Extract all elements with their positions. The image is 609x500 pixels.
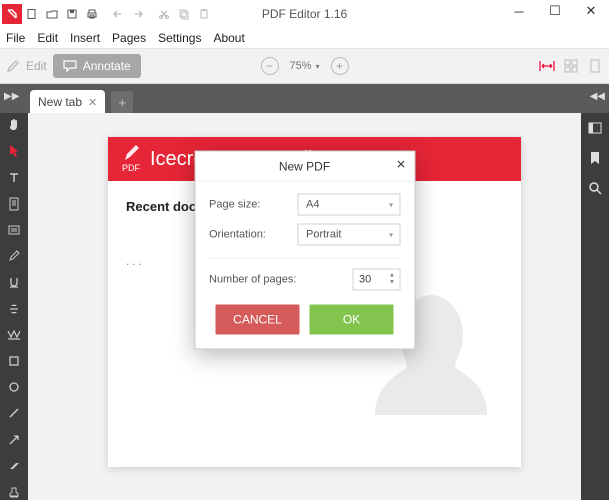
bookmark-icon[interactable] [586,149,604,167]
panel-icon[interactable] [586,119,604,137]
close-button[interactable]: ✕ [573,0,609,22]
pencil-icon[interactable] [4,248,24,264]
hand-icon[interactable] [4,117,24,133]
menu-insert[interactable]: Insert [70,31,100,45]
annotate-icon [63,60,77,72]
page-icon[interactable] [4,196,24,212]
annotate-button[interactable]: Annotate [53,54,141,78]
cursor-icon[interactable] [4,143,24,159]
zoom-value: 75% [289,60,311,72]
single-page-icon[interactable] [587,58,603,74]
dialog-title-text: New PDF [279,159,330,173]
page-size-label: Page size: [209,199,289,211]
menu-file[interactable]: File [6,31,25,45]
menu-about[interactable]: About [213,31,244,45]
zoom-out-button[interactable]: − [260,57,278,75]
num-pages-stepper[interactable]: ▲▼ [389,273,395,287]
save-icon[interactable] [62,4,82,24]
dialog-title: New PDF ✕ [195,152,414,182]
num-pages-label: Number of pages: [209,274,296,286]
tab-scroll-right[interactable]: ◀◀ [590,91,605,102]
chevron-down-icon: ▾ [316,62,320,71]
wave-icon[interactable] [4,327,24,343]
window-title: PDF Editor 1.16 [262,7,347,21]
maximize-button[interactable]: ☐ [537,0,573,22]
new-pdf-dialog: New PDF ✕ Page size: A4 ▾ Orientation: P… [194,151,415,350]
toolbar: Edit Annotate − 75% ▾ + [0,49,609,83]
notes-icon[interactable] [4,222,24,238]
cut-icon[interactable] [154,4,174,24]
page-size-value: A4 [306,199,319,211]
copy-icon[interactable] [174,4,194,24]
dialog-close-button[interactable]: ✕ [396,158,406,172]
tab-scroll-left[interactable]: ▶▶ [4,91,19,102]
window-controls: ─ ☐ ✕ [501,0,609,22]
eraser-icon[interactable] [4,458,24,474]
new-icon[interactable] [22,4,42,24]
square-icon[interactable] [4,353,24,369]
pdf-logo-label: PDF [122,163,140,173]
app-icon [2,4,22,24]
num-pages-input[interactable]: 30 ▲▼ [352,269,400,291]
new-tab-button[interactable]: + [111,91,133,113]
tabstrip: ▶▶ New tab ✕ + ◀◀ [0,84,609,114]
cancel-button[interactable]: CANCEL [216,305,300,335]
titlebar: PDF Editor 1.16 ─ ☐ ✕ [0,0,609,28]
ok-button[interactable]: OK [310,305,394,335]
chevron-down-icon: ▾ [389,230,393,239]
stamp-icon[interactable] [4,484,24,500]
quick-actions [2,4,214,24]
annotate-label: Annotate [83,59,131,73]
tab-new[interactable]: New tab ✕ [30,90,105,114]
page-size-dropdown[interactable]: A4 ▾ [297,194,400,216]
num-pages-value: 30 [359,274,371,286]
orientation-label: Orientation: [209,229,289,241]
search-icon[interactable] [586,179,604,197]
chevron-down-icon: ▾ [389,200,393,209]
line-icon[interactable] [4,405,24,421]
zoom-in-button[interactable]: + [331,57,349,75]
open-icon[interactable] [42,4,62,24]
circle-icon[interactable] [4,379,24,395]
edit-mode-label[interactable]: Edit [26,59,47,73]
arrow-icon[interactable] [4,431,24,447]
redo-icon[interactable] [128,4,148,24]
tab-label: New tab [38,95,82,109]
grid-view-icon[interactable] [563,58,579,74]
orientation-dropdown[interactable]: Portrait ▾ [297,224,400,246]
orientation-value: Portrait [306,229,341,241]
menu-settings[interactable]: Settings [158,31,201,45]
menu-pages[interactable]: Pages [112,31,146,45]
zoom-dropdown[interactable]: 75% ▾ [284,56,324,76]
menubar: File Edit Insert Pages Settings About [0,28,609,48]
print-icon[interactable] [82,4,102,24]
zoom-controls: − 75% ▾ + [260,56,348,76]
tab-close-icon[interactable]: ✕ [88,96,97,109]
text-icon[interactable] [4,169,24,185]
fit-width-icon[interactable] [539,58,555,74]
edit-mode-icon [6,59,20,73]
undo-icon[interactable] [108,4,128,24]
pdf-logo-icon: PDF [122,145,140,173]
underline-icon[interactable] [4,274,24,290]
minimize-button[interactable]: ─ [501,0,537,22]
strike-icon[interactable] [4,300,24,316]
menu-edit[interactable]: Edit [37,31,58,45]
left-toolbar [0,113,28,500]
view-mode-icons [539,58,603,74]
paste-icon[interactable] [194,4,214,24]
right-toolbar [581,113,609,500]
